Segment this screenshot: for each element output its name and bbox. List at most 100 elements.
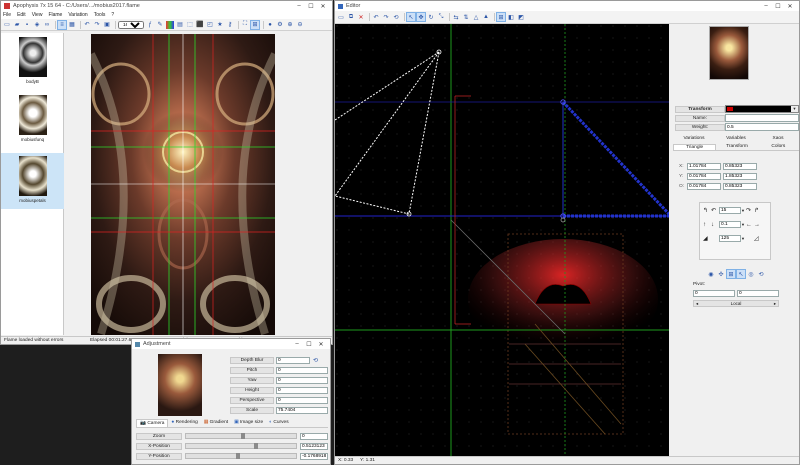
batch-icon[interactable]: ⬛	[196, 21, 204, 29]
reset-icon[interactable]: ⟲	[313, 357, 318, 364]
slider-thumb[interactable]	[254, 443, 259, 449]
scale-tool-icon[interactable]: ⤡	[437, 13, 445, 21]
minimize-button[interactable]: –	[293, 3, 305, 9]
x-position-slider[interactable]	[185, 443, 297, 449]
save-icon[interactable]: ▪	[23, 21, 31, 29]
rotate-left-icon[interactable]: ↰	[703, 207, 711, 214]
script-icon[interactable]: ▤	[176, 21, 184, 29]
move-tool-icon[interactable]: ✥	[416, 12, 426, 22]
thumbnail-view-icon[interactable]: ▦	[68, 21, 76, 29]
pivot-local-icon[interactable]: ✣	[717, 270, 725, 278]
editor-redo-icon[interactable]: ↷	[382, 13, 390, 21]
zoom-select[interactable]: 1680	[118, 20, 144, 29]
scale-input[interactable]	[719, 235, 741, 242]
coord-x-b[interactable]	[723, 162, 757, 170]
fullscreen-icon[interactable]: ⛶	[241, 21, 249, 29]
scale-dropdown-icon[interactable]: ▼	[741, 236, 746, 241]
mutate-icon[interactable]: ◰	[206, 21, 214, 29]
coord-x-a[interactable]	[687, 162, 721, 170]
adjust-close-button[interactable]: ✕	[315, 341, 327, 348]
name-input[interactable]	[725, 114, 799, 122]
adjust-minimize-button[interactable]: –	[291, 341, 303, 347]
adjust-maximize-button[interactable]: ☐	[303, 341, 315, 348]
tab-curves[interactable]: ◐ Curves	[266, 419, 291, 427]
duplicate-icon[interactable]: ⧉	[347, 13, 355, 21]
pivot-right-arrow-icon[interactable]: ▸	[772, 301, 778, 307]
tab-image-size[interactable]: ▣ Image size	[231, 419, 266, 427]
highlight-icon[interactable]: ◩	[517, 13, 525, 21]
menu-tools[interactable]: Tools	[94, 12, 106, 18]
pivot-y-input[interactable]	[737, 290, 779, 297]
editor-icon[interactable]: ƒ	[146, 21, 154, 29]
tab-colors[interactable]: Colors	[758, 144, 799, 150]
menu-view[interactable]: View	[32, 12, 43, 18]
tab-rendering[interactable]: ● Rendering	[168, 419, 200, 427]
y-position-input[interactable]	[300, 452, 328, 460]
pivot-reset-icon[interactable]: ⟲	[757, 270, 765, 278]
weight-input[interactable]	[725, 123, 799, 131]
move-left-icon[interactable]: ←	[746, 222, 754, 228]
pivot-x-input[interactable]	[693, 290, 735, 297]
scale-up-icon[interactable]: ◿	[754, 235, 762, 242]
menu-file[interactable]: File	[3, 12, 11, 18]
yaw-input[interactable]	[276, 376, 328, 384]
rotate-right-small-icon[interactable]: ↷	[746, 207, 754, 214]
perspective-input[interactable]	[276, 396, 328, 404]
tab-gradient[interactable]: ▦ Gradient	[201, 419, 231, 427]
menu-help[interactable]: ?	[111, 12, 114, 18]
move-input[interactable]	[719, 221, 741, 228]
list-item[interactable]: mobiuspetals	[1, 153, 64, 209]
coord-o-b[interactable]	[723, 182, 757, 190]
zoom-slider[interactable]	[185, 433, 297, 439]
slider-thumb[interactable]	[235, 453, 240, 459]
coord-y-a[interactable]	[687, 172, 721, 180]
delete-icon[interactable]: ✕	[357, 13, 365, 21]
list-item[interactable]: bodyB	[1, 37, 64, 91]
depth-blur-input[interactable]	[276, 356, 310, 364]
adjust-icon[interactable]: ✎	[156, 21, 164, 29]
flip-horizontal-icon[interactable]: ⇆	[452, 13, 460, 21]
select-tool-icon[interactable]: ↖	[406, 12, 416, 22]
preview-toggle-icon[interactable]: ◧	[507, 13, 515, 21]
random-icon[interactable]: ◈	[33, 21, 41, 29]
rotate-right-icon[interactable]: ↱	[754, 207, 762, 214]
triangle-canvas[interactable]	[335, 24, 669, 458]
pivot-mode-bar[interactable]: ◂ Local ▸	[693, 300, 779, 307]
play-icon[interactable]: ●	[266, 21, 274, 29]
tab-triangle[interactable]: Triangle	[673, 144, 717, 150]
zoom-input[interactable]	[300, 432, 328, 440]
move-down-icon[interactable]: ↓	[711, 222, 719, 228]
thumbnail-list[interactable]: bodyB mobiusfunq mobiuspetals	[1, 33, 64, 335]
open-folder-icon[interactable]: ▰	[13, 21, 21, 29]
rotate-tool-icon[interactable]: ↻	[427, 13, 435, 21]
new-file-icon[interactable]: ▭	[3, 21, 11, 29]
x-position-input[interactable]	[300, 442, 328, 450]
transform-view-icon[interactable]: ⊞	[250, 19, 260, 30]
maximize-button[interactable]: ☐	[305, 3, 317, 10]
slider-thumb[interactable]	[241, 433, 245, 439]
move-right-icon[interactable]: →	[754, 222, 762, 228]
tab-variations[interactable]: Variations	[673, 136, 715, 141]
grid-icon[interactable]: ⊞	[496, 12, 506, 22]
pivot-center-icon[interactable]: ◉	[707, 270, 715, 278]
pivot-grid-icon[interactable]: ⊞	[726, 269, 736, 279]
show-triangle-icon[interactable]: ▲	[482, 13, 490, 21]
editor-minimize-button[interactable]: –	[760, 3, 772, 9]
new-transform-icon[interactable]: ▭	[337, 13, 345, 21]
favorites-icon[interactable]: ★	[216, 21, 224, 29]
post-triangle-icon[interactable]: △	[472, 13, 480, 21]
rotate-left-small-icon[interactable]: ↶	[711, 207, 719, 214]
height-input[interactable]	[276, 386, 328, 394]
close-button[interactable]: ✕	[317, 3, 329, 10]
transform-select[interactable]: ▼	[725, 105, 799, 113]
editor-close-button[interactable]: ✕	[784, 3, 796, 10]
zoom-out-icon[interactable]: ⊖	[296, 21, 304, 29]
list-item[interactable]: mobiusfunq	[1, 95, 64, 149]
undo-icon[interactable]: ↶	[83, 21, 91, 29]
editor-maximize-button[interactable]: ☐	[772, 3, 784, 10]
rotate-input[interactable]	[719, 207, 741, 214]
key-icon[interactable]: ⚷	[226, 21, 234, 29]
pivot-world-icon[interactable]: ◎	[747, 270, 755, 278]
link-icon[interactable]: ∞	[43, 21, 51, 29]
pitch-input[interactable]	[276, 366, 328, 374]
